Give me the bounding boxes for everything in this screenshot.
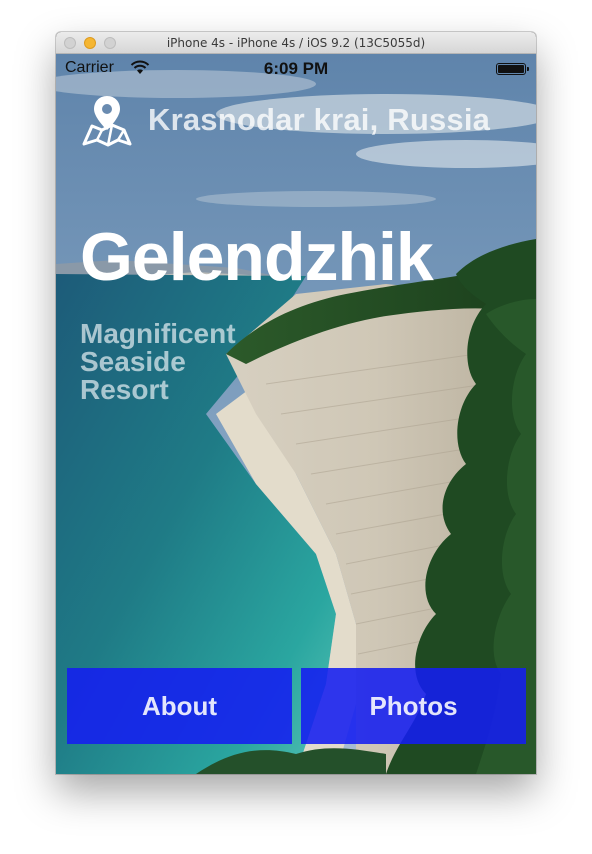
location-header: Krasnodar krai, Russia <box>80 92 520 148</box>
tagline-line: Seaside <box>80 346 186 377</box>
about-button[interactable]: About <box>67 668 292 744</box>
about-button-label: About <box>141 690 218 721</box>
window-title: iPhone 4s - iPhone 4s / iOS 9.2 (13C5055… <box>166 36 426 50</box>
photos-button[interactable]: Photos <box>301 668 526 744</box>
photos-button-label: Photos <box>369 690 458 721</box>
window-titlebar: iPhone 4s - iPhone 4s / iOS 9.2 (13C5055… <box>56 32 536 54</box>
tagline: Magnificent Seaside Resort <box>80 320 236 404</box>
device-screen: Carrier 6:09 PM Krasnodar krai, Russia G… <box>56 54 536 774</box>
status-bar-time: 6:09 PM <box>263 59 329 78</box>
ios-status-bar: Carrier 6:09 PM <box>56 54 536 84</box>
tagline-line: Resort <box>80 374 169 405</box>
region-label: Krasnodar krai, Russia <box>148 102 491 137</box>
tagline-line: Magnificent <box>80 318 236 349</box>
battery-level-fill <box>498 65 524 73</box>
coastline-background-photo <box>56 54 536 774</box>
map-pin-icon <box>82 96 132 147</box>
battery-icon <box>496 63 529 75</box>
city-title: Gelendzhik <box>80 219 434 295</box>
simulator-window: iPhone 4s - iPhone 4s / iOS 9.2 (13C5055… <box>56 32 536 774</box>
